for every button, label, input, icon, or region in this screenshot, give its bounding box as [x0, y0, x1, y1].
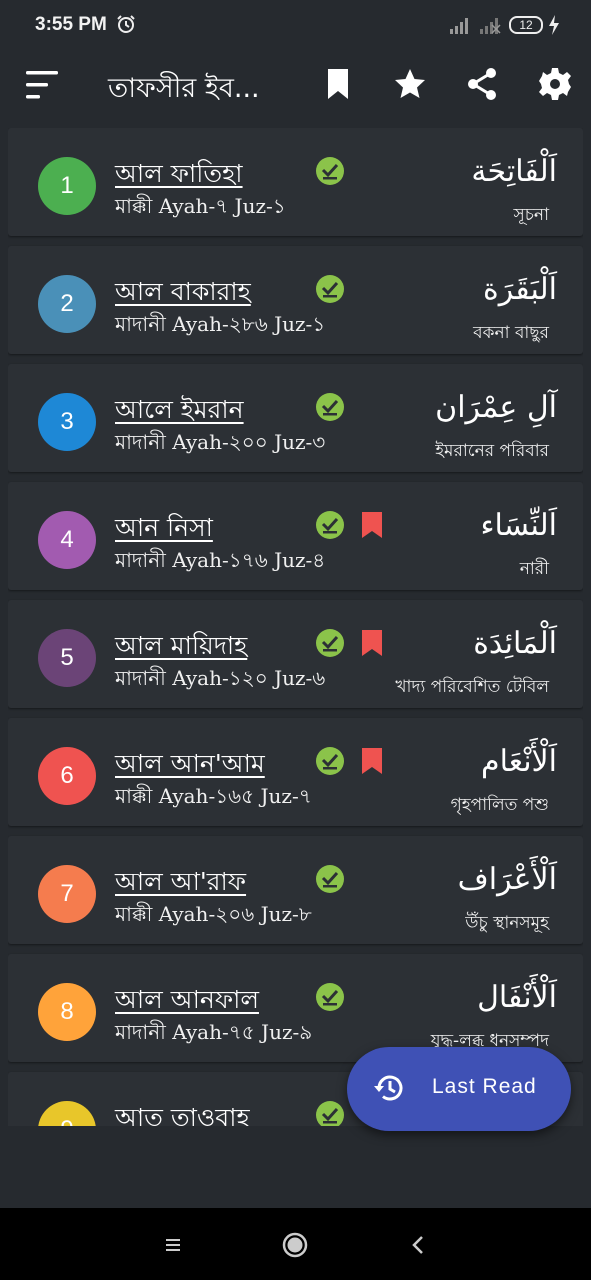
surah-meta: মাদানী Ayah-১২০ Juz-৬ — [115, 666, 326, 690]
surah-card[interactable]: 6 আল আন'আম মাক্কী Ayah-১৬৫ Juz-৭ اَلْأَنْعَ… — [8, 718, 583, 826]
surah-name[interactable]: আল বাকারাহ — [115, 272, 251, 315]
surah-meaning: গৃহপালিত পশু — [450, 795, 549, 815]
menu-icon[interactable] — [24, 68, 60, 102]
read-check-icon — [316, 393, 344, 421]
surah-meta: মাদানী Ayah-২৮৬ Juz-১ — [115, 312, 326, 336]
surah-number-badge: 5 — [38, 629, 96, 687]
surah-card[interactable]: 7 আল আ'রাফ মাক্কী Ayah-২০৬ Juz-৮ اَلْأَعْرَ… — [8, 836, 583, 944]
read-check-icon — [316, 983, 344, 1011]
last-read-button[interactable]: Last Read — [347, 1047, 571, 1131]
read-check-icon — [316, 1101, 344, 1126]
surah-number-badge: 1 — [38, 157, 96, 215]
read-check-icon — [316, 747, 344, 775]
settings-icon[interactable] — [537, 66, 573, 102]
read-check-icon — [316, 275, 344, 303]
surah-name[interactable]: আল আনফাল — [115, 980, 259, 1023]
surah-name[interactable]: আল আন'আম — [115, 744, 265, 787]
surah-number-badge: 4 — [38, 511, 96, 569]
status-bar: 3:55 PM 12 — [0, 0, 591, 52]
back-icon[interactable] — [405, 1231, 433, 1259]
status-time: 3:55 PM — [35, 14, 107, 35]
share-icon[interactable] — [464, 66, 500, 102]
surah-card[interactable]: 2 আল বাকারাহ মাদানী Ayah-২৮৬ Juz-১ اَلْبَقَ… — [8, 246, 583, 354]
bookmark-icon[interactable] — [360, 747, 384, 775]
star-icon[interactable] — [392, 66, 428, 102]
surah-card[interactable]: 5 আল মায়িদাহ মাদানী Ayah-১২০ Juz-৬ اَلْمَا… — [8, 600, 583, 708]
surah-number-badge: 9 — [38, 1101, 96, 1126]
read-check-icon — [316, 511, 344, 539]
read-check-icon — [316, 629, 344, 657]
surah-arabic-name: اَلْفَاتِحَة — [471, 154, 557, 189]
surah-name[interactable]: আল আ'রাফ — [115, 862, 246, 905]
surah-meta: মাদানী Ayah-৭৫ Juz-৯ — [115, 1020, 313, 1044]
surah-meaning: সূচনা — [513, 205, 549, 225]
surah-name[interactable]: আল ফাতিহা — [115, 154, 243, 197]
system-nav-bar — [0, 1208, 591, 1280]
surah-arabic-name: اَلنِّسَاء — [480, 508, 557, 543]
surah-arabic-name: اَلْبَقَرَة — [483, 272, 557, 307]
surah-meaning: ইমরানের পরিবার — [435, 441, 549, 461]
surah-number-badge: 3 — [38, 393, 96, 451]
signal-icon — [480, 18, 501, 34]
surah-number-badge: 8 — [38, 983, 96, 1041]
surah-number-badge: 2 — [38, 275, 96, 333]
app-title: তাফসীর ইব... — [108, 73, 260, 104]
home-icon[interactable] — [281, 1231, 309, 1259]
history-icon — [374, 1075, 403, 1101]
surah-meaning: নারী — [519, 559, 549, 579]
surah-number-badge: 6 — [38, 747, 96, 805]
surah-arabic-name: اَلْأَنْعَام — [481, 744, 557, 779]
surah-meta: মাদানী Ayah-২০০ Juz-৩ — [115, 430, 326, 454]
signal-icon — [450, 18, 468, 34]
read-check-icon — [316, 157, 344, 185]
read-check-icon — [316, 865, 344, 893]
surah-card[interactable]: 8 আল আনফাল মাদানী Ayah-৭৫ Juz-৯ اَلْأَنْفَا… — [8, 954, 583, 1062]
surah-meta: মাক্কী Ayah-২০৬ Juz-৮ — [115, 902, 312, 926]
bookmark-icon[interactable] — [360, 511, 384, 539]
surah-name[interactable]: আলে ইমরান — [115, 390, 244, 433]
surah-meta: মাদানী Ayah-১৭৬ Juz-৪ — [115, 548, 326, 572]
surah-arabic-name: اَلْأَنْفَال — [477, 980, 557, 1015]
surah-name[interactable]: আল মায়িদাহ — [115, 626, 247, 669]
surah-name[interactable]: আন নিসা — [115, 508, 213, 551]
surah-meaning: খাদ্য পরিবেশিত টেবিল — [395, 677, 549, 697]
charging-icon — [549, 15, 559, 35]
surah-meta: মাক্কী Ayah-৭ Juz-১ — [115, 194, 286, 218]
surah-arabic-name: اَلْأَعْرَاف — [457, 862, 557, 897]
surah-card[interactable]: 4 আন নিসা মাদানী Ayah-১৭৬ Juz-৪ اَلنِّسَاء ন… — [8, 482, 583, 590]
battery-icon: 12 — [509, 16, 543, 34]
surah-arabic-name: آلِ عِمْرَان — [435, 390, 557, 425]
recents-icon[interactable] — [159, 1231, 187, 1259]
surah-meaning: বকনা বাছুর — [473, 323, 549, 343]
surah-card[interactable]: 1 আল ফাতিহা মাক্কী Ayah-৭ Juz-১ اَلْفَاتِحَ… — [8, 128, 583, 236]
surah-meaning: উঁচু স্থানসমূহ — [465, 913, 549, 933]
bookmark-icon[interactable] — [320, 66, 356, 102]
surah-name[interactable]: আত তাওবাহ — [115, 1098, 250, 1126]
surah-card[interactable]: 3 আলে ইমরান মাদানী Ayah-২০০ Juz-৩ آلِ عِمْر… — [8, 364, 583, 472]
bookmark-icon[interactable] — [360, 629, 384, 657]
surah-list[interactable]: 1 আল ফাতিহা মাক্কী Ayah-৭ Juz-১ اَلْفَاتِحَ… — [8, 128, 583, 1126]
surah-number-badge: 7 — [38, 865, 96, 923]
surah-meta: মাক্কী Ayah-১৬৫ Juz-৭ — [115, 784, 312, 808]
alarm-icon — [117, 15, 135, 33]
surah-arabic-name: اَلْمَائِدَة — [473, 626, 557, 661]
last-read-label: Last Read — [432, 1075, 537, 1098]
app-bar: তাফসীর ইব... — [0, 52, 591, 122]
